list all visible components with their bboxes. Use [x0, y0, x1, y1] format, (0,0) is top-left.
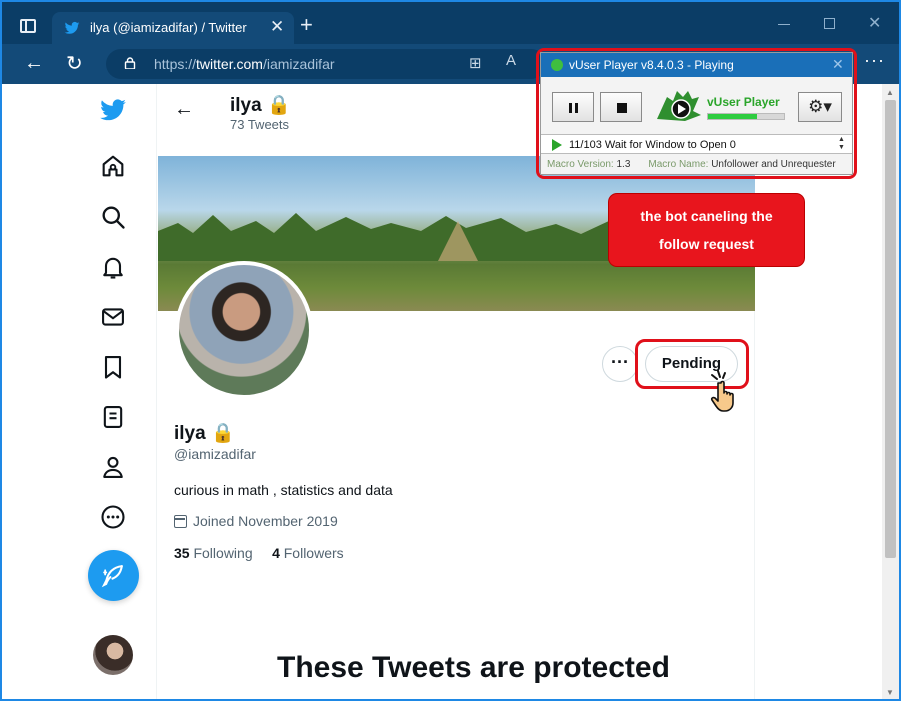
vuser-spin-control[interactable]: ▲ ▼ — [838, 136, 845, 152]
profile-display-name: ilya 🔒 — [174, 423, 235, 444]
apps-icon[interactable]: ⊞ — [469, 54, 482, 72]
browser-menu-icon[interactable]: ··· — [864, 50, 885, 71]
browser-tab[interactable]: ilya (@iamizadifar) / Twitter ✕ — [52, 12, 294, 44]
more-icon[interactable] — [99, 503, 127, 531]
hand-cursor-icon — [710, 370, 734, 412]
profile-icon[interactable] — [99, 453, 127, 481]
calendar-icon — [174, 515, 187, 528]
url-text: https://twitter.com/iamizadifar — [154, 56, 335, 72]
lock-icon — [124, 57, 136, 69]
reload-icon[interactable]: ↻ — [66, 51, 83, 76]
vuser-hand-play-icon — [657, 91, 701, 121]
notifications-icon[interactable] — [99, 253, 127, 281]
gear-icon: ⚙▾ — [808, 97, 832, 116]
vuser-macro-info: Macro Version: 1.3 Macro Name: Unfollower… — [547, 159, 836, 170]
window-menu-icon[interactable] — [20, 19, 36, 33]
twitter-favicon-icon — [64, 21, 80, 34]
header-name: ilya 🔒 — [230, 95, 291, 116]
tab-bar: ilya (@iamizadifar) / Twitter ✕ + ✕ — [2, 2, 899, 44]
tab-close-icon[interactable]: ✕ — [270, 17, 284, 37]
feather-icon — [101, 565, 123, 588]
messages-icon[interactable] — [99, 303, 127, 331]
joined-date: Joined November 2019 — [174, 513, 338, 529]
read-aloud-icon[interactable]: A — [506, 52, 516, 69]
tab-title: ilya (@iamizadifar) / Twitter — [90, 20, 247, 35]
vuser-settings-button[interactable]: ⚙▾ — [798, 92, 842, 122]
browser-back-icon[interactable]: ← — [24, 52, 44, 75]
tweet-count: 73 Tweets — [230, 117, 290, 132]
profile-more-button[interactable]: ··· — [602, 346, 638, 382]
vuser-status-line: 11/103 Wait for Window to Open 0 ▲ ▼ — [541, 134, 852, 154]
vuser-progress-fill — [708, 114, 757, 119]
profile-bio: curious in math , statistics and data — [174, 482, 393, 498]
back-arrow-icon[interactable]: ← — [174, 98, 194, 121]
vuser-status-text: 11/103 Wait for Window to Open 0 — [569, 139, 736, 151]
left-navigation — [2, 84, 157, 699]
scroll-thumb[interactable] — [885, 100, 896, 558]
vuser-stop-button[interactable] — [600, 92, 642, 122]
maximize-icon[interactable] — [824, 18, 835, 29]
bookmarks-icon[interactable] — [99, 353, 127, 381]
profile-handle: @iamizadifar — [174, 446, 256, 462]
scroll-up-icon[interactable]: ▲ — [886, 88, 894, 97]
page-scrollbar[interactable]: ▲ ▼ — [882, 84, 899, 699]
vuser-progress-bar — [707, 113, 785, 120]
follow-stats: 35 Following 4 Followers — [174, 545, 344, 561]
vuser-brand: vUser Player — [707, 95, 780, 109]
new-tab-icon[interactable]: + — [300, 14, 313, 36]
protected-tweets-title: These Tweets are protected — [277, 651, 670, 684]
annotation-callout: the bot caneling the follow request — [609, 194, 804, 266]
window-close-icon[interactable]: ✕ — [868, 13, 881, 33]
vuser-player-window: vUser Player v8.4.0.3 - Playing ✕ vUser … — [540, 52, 853, 175]
account-avatar[interactable] — [93, 635, 133, 675]
compose-tweet-button[interactable] — [88, 550, 139, 601]
minimize-icon[interactable] — [778, 24, 790, 25]
profile-avatar[interactable] — [175, 261, 313, 399]
explore-icon[interactable] — [99, 203, 127, 231]
vuser-title: vUser Player v8.4.0.3 - Playing — [569, 58, 734, 72]
protected-lock-icon: 🔒 — [210, 423, 235, 444]
protected-lock-icon: 🔒 — [266, 95, 291, 116]
vuser-logo-icon — [551, 59, 563, 71]
vuser-titlebar[interactable]: vUser Player v8.4.0.3 - Playing ✕ — [541, 53, 852, 77]
vuser-pause-button[interactable] — [552, 92, 594, 122]
vuser-playing-icon — [552, 139, 562, 151]
lists-icon[interactable] — [99, 403, 127, 431]
following-link[interactable]: 35 Following — [174, 545, 253, 561]
followers-link[interactable]: 4 Followers — [272, 545, 344, 561]
scroll-down-icon[interactable]: ▼ — [886, 688, 894, 697]
home-icon[interactable] — [99, 152, 127, 180]
vuser-close-icon[interactable]: ✕ — [832, 56, 844, 73]
browser-window: ilya (@iamizadifar) / Twitter ✕ + ✕ ← ↻ … — [0, 0, 901, 701]
twitter-logo-icon[interactable] — [99, 96, 127, 124]
